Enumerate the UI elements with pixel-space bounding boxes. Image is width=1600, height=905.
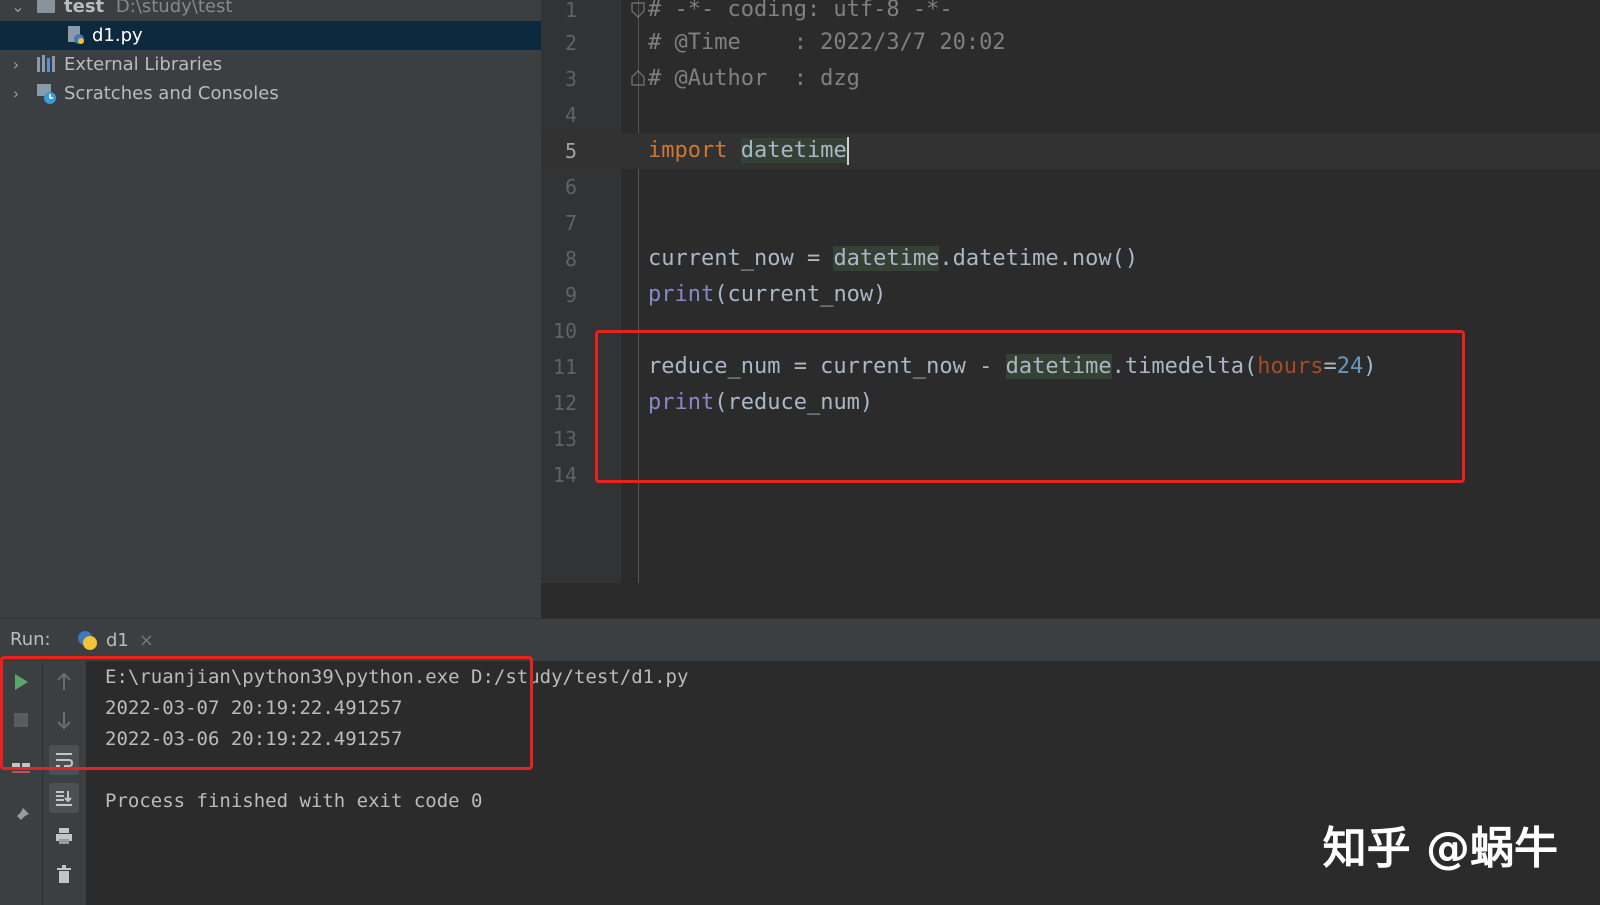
line-number: 5 xyxy=(564,139,577,163)
fold-icon[interactable] xyxy=(631,2,645,18)
line-number: 2 xyxy=(564,31,577,55)
run-tab-label: d1 xyxy=(106,629,129,651)
trash-icon[interactable] xyxy=(49,859,79,889)
code-text: print(current_now) xyxy=(648,282,887,307)
run-tab-d1[interactable]: d1 × xyxy=(76,627,154,653)
scroll-to-end-icon[interactable] xyxy=(49,783,79,813)
keyword-import: import xyxy=(648,138,728,163)
tree-scratches-label: Scratches and Consoles xyxy=(64,83,279,104)
tree-root-name: test xyxy=(64,0,105,17)
watermark: 知乎 @蜗牛 xyxy=(1322,823,1558,874)
code-line[interactable]: 3 # @Author : dzg xyxy=(541,61,1600,97)
console-exit-status: Process finished with exit code 0 xyxy=(105,790,483,812)
line-number: 11 xyxy=(552,355,577,379)
tree-file-label: d1.py xyxy=(92,25,143,46)
code-line[interactable]: 2 # @Time : 2022/3/7 20:02 xyxy=(541,25,1600,61)
folder-icon xyxy=(36,0,56,16)
line-number: 1 xyxy=(564,0,577,22)
tree-root-test[interactable]: ⌄ test D:\study\test xyxy=(0,0,541,21)
code-text: # @Time : 2022/3/7 20:02 xyxy=(648,30,1006,55)
code-line[interactable]: 4 xyxy=(541,97,1600,133)
output-highlight-box xyxy=(0,656,533,770)
line-number: 4 xyxy=(564,103,577,127)
code-line-current[interactable]: 5 import datetime xyxy=(541,133,1600,169)
module-datetime: datetime xyxy=(833,246,940,271)
run-label: Run: xyxy=(10,629,51,650)
line-number: 14 xyxy=(552,463,577,487)
code-highlight-box xyxy=(595,330,1465,483)
python-file-icon xyxy=(66,25,86,45)
line-number: 8 xyxy=(564,247,577,271)
chevron-down-icon[interactable]: ⌄ xyxy=(8,0,28,16)
code-line[interactable]: 9 print(current_now) xyxy=(541,277,1600,313)
code-line[interactable]: 7 xyxy=(541,205,1600,241)
tree-external-libraries[interactable]: › External Libraries xyxy=(0,50,541,79)
code-line[interactable]: 1 # -*- coding: utf-8 -*- xyxy=(541,0,1600,28)
close-icon[interactable]: × xyxy=(139,630,154,651)
code-editor[interactable]: 1 # -*- coding: utf-8 -*- 2 # @Time : 20… xyxy=(541,0,1600,583)
code-text: # -*- coding: utf-8 -*- xyxy=(648,0,953,22)
module-datetime: datetime xyxy=(740,138,847,163)
code-text: # @Author : dzg xyxy=(648,66,860,91)
python-icon xyxy=(76,629,98,651)
line-number: 6 xyxy=(564,175,577,199)
line-number: 3 xyxy=(564,67,577,91)
text-caret xyxy=(846,137,849,165)
tree-scratches[interactable]: › Scratches and Consoles xyxy=(0,79,541,108)
code-text: import datetime xyxy=(648,133,849,169)
line-number: 9 xyxy=(564,283,577,307)
chevron-right-icon[interactable]: › xyxy=(6,55,26,74)
code-line[interactable]: 8 current_now = datetime.datetime.now() xyxy=(541,241,1600,277)
line-number: 7 xyxy=(564,211,577,235)
tree-file-d1[interactable]: d1.py xyxy=(0,21,541,50)
tree-external-libraries-label: External Libraries xyxy=(64,54,223,75)
code-line[interactable]: 6 xyxy=(541,169,1600,205)
tree-root-path: D:\study\test xyxy=(115,0,233,17)
pin-icon[interactable] xyxy=(6,801,36,831)
line-number: 12 xyxy=(552,391,577,415)
code-text: current_now = datetime.datetime.now() xyxy=(648,246,1139,271)
chevron-right-icon[interactable]: › xyxy=(6,84,26,103)
scratches-icon xyxy=(36,83,56,104)
project-panel: ⌄ test D:\study\test d1.py › External Li… xyxy=(0,0,541,618)
print-icon[interactable] xyxy=(49,821,79,851)
library-icon xyxy=(36,54,56,74)
line-number: 13 xyxy=(552,427,577,451)
fold-icon[interactable] xyxy=(631,70,645,86)
line-number: 10 xyxy=(552,319,577,343)
